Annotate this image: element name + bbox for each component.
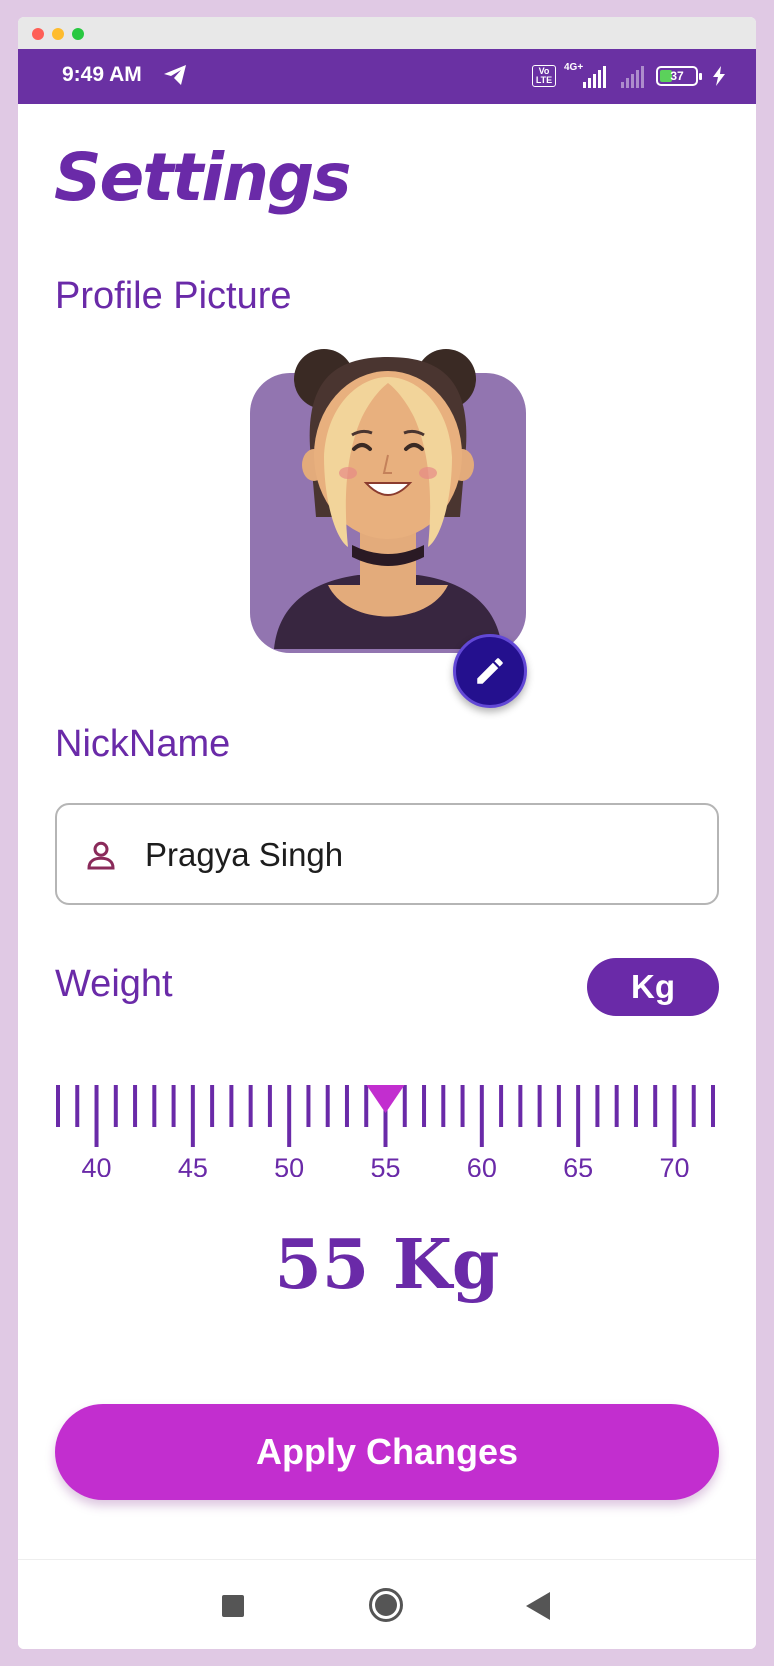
weight-label: Weight	[55, 963, 173, 1005]
battery-icon: 37	[656, 66, 702, 86]
ruler-tick-label: 40	[82, 1153, 112, 1177]
android-nav-bar	[18, 1559, 756, 1649]
pencil-icon	[477, 658, 503, 684]
telegram-icon	[164, 65, 186, 85]
recent-apps-button[interactable]	[222, 1595, 244, 1617]
volte-badge: Vo LTE	[532, 65, 556, 87]
edit-avatar-button[interactable]	[453, 634, 527, 708]
profile-picture-label: Profile Picture	[55, 275, 292, 317]
nickname-field[interactable]	[55, 803, 719, 905]
status-time: 9:49 AM	[62, 63, 142, 86]
close-window-button[interactable]	[32, 28, 44, 40]
person-icon	[87, 841, 115, 870]
ruler-tick-label: 55	[370, 1153, 400, 1177]
unit-toggle-button[interactable]: Kg	[587, 958, 719, 1016]
signal-icon	[614, 64, 644, 88]
status-indicators: Vo LTE 4G+ 37	[532, 62, 726, 89]
ruler-tick-label: 65	[563, 1153, 593, 1177]
apply-changes-button[interactable]: Apply Changes	[55, 1404, 719, 1500]
minimize-window-button[interactable]	[52, 28, 64, 40]
ruler-selection-marker[interactable]	[366, 1085, 405, 1113]
nickname-label: NickName	[55, 723, 231, 765]
network-type: 4G+	[564, 62, 584, 73]
status-bar: 9:49 AM Vo LTE 4G+ 37	[18, 49, 756, 104]
battery-level: 37	[670, 69, 684, 83]
maximize-window-button[interactable]	[72, 28, 84, 40]
ruler-tick-label: 70	[659, 1153, 689, 1177]
home-button[interactable]	[369, 1588, 403, 1622]
ruler-tick-label: 45	[178, 1153, 208, 1177]
signal-4g-icon: 4G+	[564, 62, 606, 88]
window-titlebar	[18, 17, 756, 49]
nickname-input[interactable]	[145, 829, 685, 881]
weight-value-display: 55 Kg	[274, 1225, 500, 1305]
ruler-tick-label: 50	[274, 1153, 304, 1177]
back-button[interactable]	[526, 1592, 550, 1620]
ruler-tick-label: 60	[467, 1153, 497, 1177]
page-title: Settings	[54, 139, 352, 216]
weight-ruler[interactable]: 40 45 50 55 60 65 70	[18, 1067, 756, 1177]
app-window: 9:49 AM Vo LTE 4G+ 37 Settings Profile P…	[18, 17, 756, 1649]
charging-icon	[713, 66, 725, 86]
